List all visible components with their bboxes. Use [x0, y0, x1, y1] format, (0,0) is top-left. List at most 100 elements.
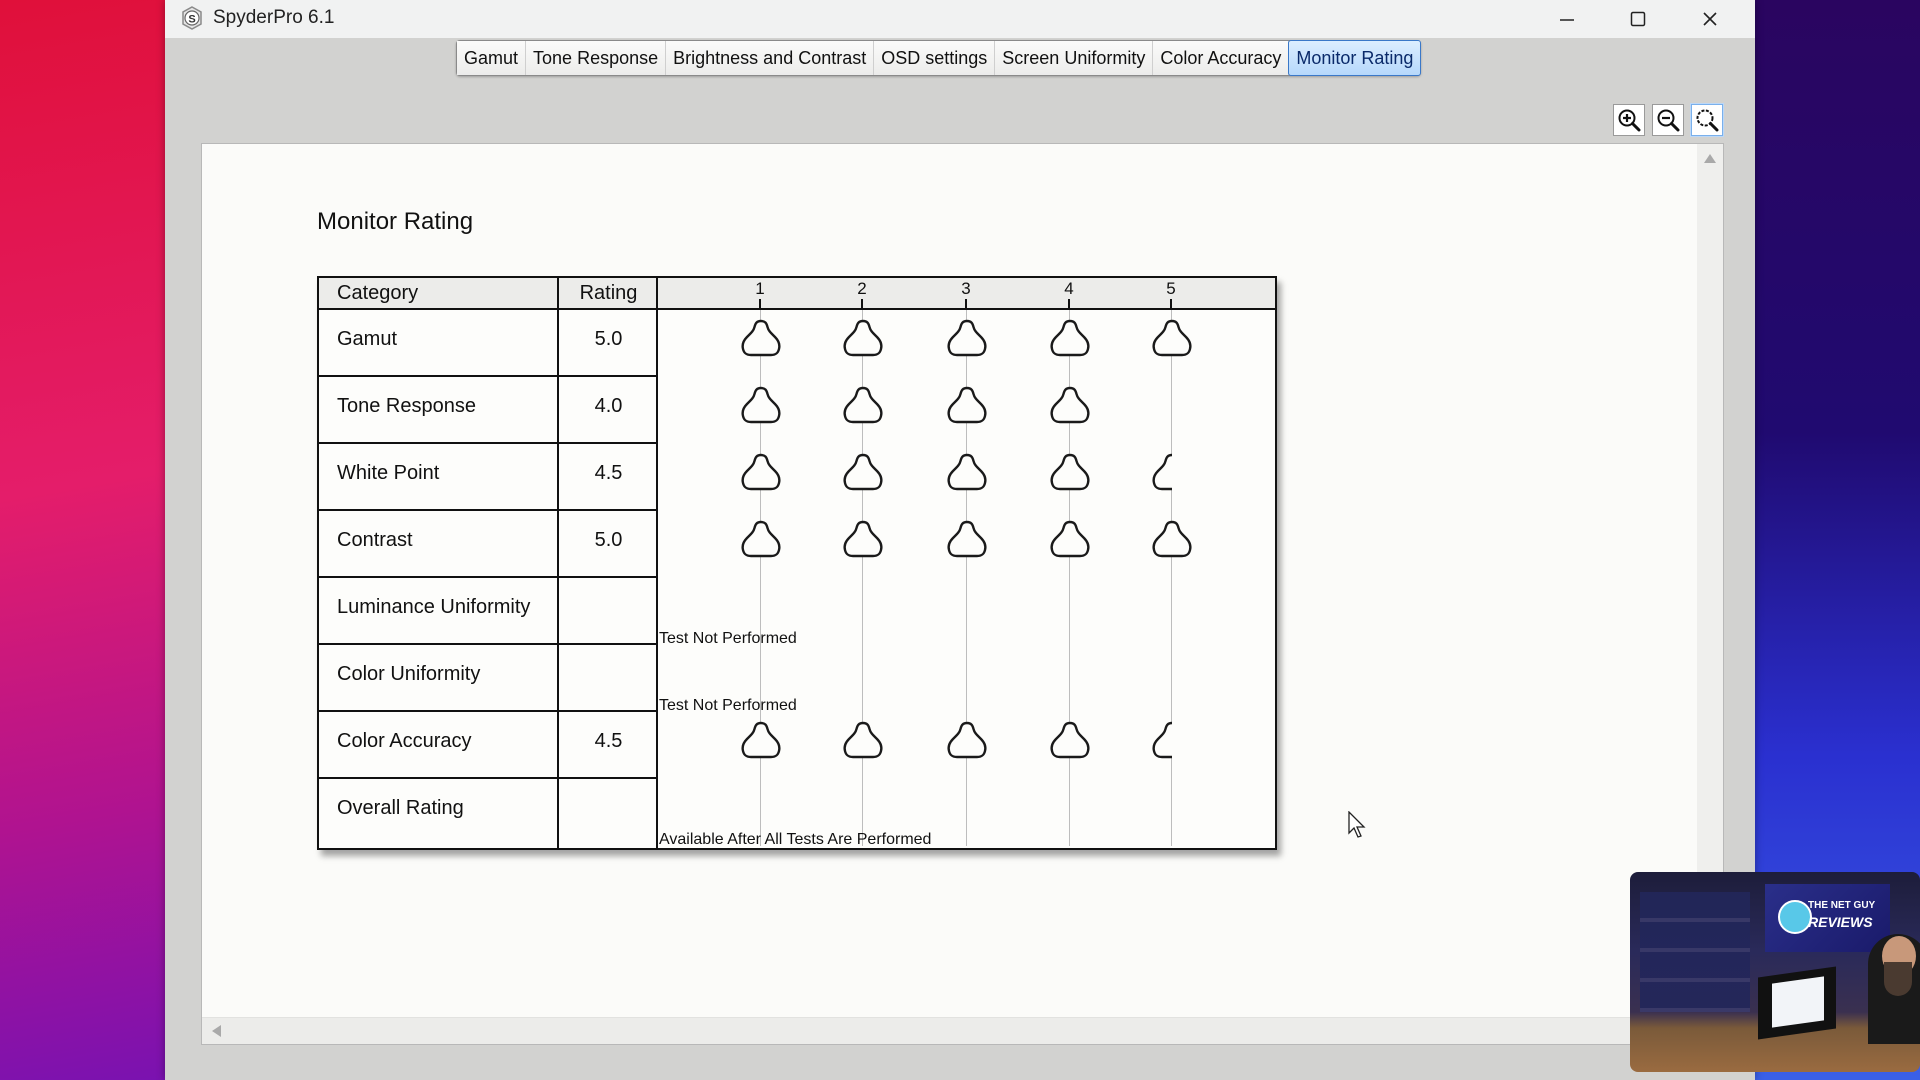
scale-tick [759, 299, 761, 308]
overall-rating-note: Available After All Tests Are Performed [659, 831, 932, 848]
spyder-rating-icon [1050, 721, 1090, 759]
table-row-overall-rating: Overall Rating [319, 777, 658, 844]
category-name: Color Uniformity [337, 663, 481, 685]
table-row-color-uniformity: Color Uniformity [319, 643, 658, 712]
table-row-color-accuracy: Color Accuracy 4.5 [319, 710, 658, 779]
report-title: Monitor Rating [317, 208, 474, 235]
window-title: SpyderPro 6.1 [213, 7, 335, 28]
rating-value: 4.5 [594, 730, 623, 752]
spyder-rating-icon [947, 520, 987, 558]
rating-value: 5.0 [594, 529, 623, 551]
horizontal-scrollbar[interactable] [202, 1017, 1723, 1044]
tab-gamut[interactable]: Gamut [457, 41, 527, 75]
tab-color-accuracy[interactable]: Color Accuracy [1153, 41, 1290, 75]
spyder-rating-icon [1050, 453, 1090, 491]
scale-label-3: 3 [961, 279, 971, 298]
table-row-contrast: Contrast 5.0 [319, 509, 658, 578]
spyder-rating-icon [843, 453, 883, 491]
category-name: Gamut [337, 328, 398, 350]
banner-line-1: THE NET GUY [1808, 900, 1876, 911]
monitor-rating-table: Category Rating 1 2 3 4 5 Gamut 5.0 Tone… [317, 276, 1277, 850]
channel-logo-icon [1778, 900, 1812, 934]
tab-bar: Gamut Tone Response Brightness and Contr… [456, 40, 1422, 76]
minimize-icon [1560, 19, 1574, 21]
spyder-rating-icon [947, 721, 987, 759]
table-row-gamut: Gamut 5.0 [319, 308, 658, 377]
spyder-rating-icon [741, 520, 781, 558]
tab-screen-uniformity[interactable]: Screen Uniformity [995, 41, 1154, 75]
desktop-wallpaper-left [0, 0, 165, 1080]
zoom-in-button[interactable] [1613, 104, 1645, 136]
rating-value: 4.5 [594, 462, 623, 484]
half-spyder-rating-icon [1152, 721, 1172, 759]
scale-tick [861, 299, 863, 308]
spyder-rating-icon [947, 453, 987, 491]
tab-tone-response[interactable]: Tone Response [526, 41, 667, 75]
tab-osd-settings[interactable]: OSD settings [874, 41, 996, 75]
mouse-cursor-icon [1348, 811, 1366, 838]
scroll-up-arrow-icon[interactable] [1704, 154, 1716, 163]
maximize-icon [1630, 11, 1646, 27]
webcam-overlay: THE NET GUY REVIEWS [1630, 872, 1920, 1072]
report-pane: Monitor Rating Category Rating 1 2 3 4 5 [201, 143, 1724, 1045]
category-name: Overall Rating [337, 797, 464, 819]
scroll-left-arrow-icon[interactable] [212, 1025, 221, 1037]
zoom-out-icon [1657, 109, 1680, 132]
half-spyder-rating-icon [1152, 453, 1172, 491]
spyder-rating-icon [843, 319, 883, 357]
spyder-rating-icon [1050, 520, 1090, 558]
spyder-app-icon: S [182, 6, 202, 30]
scale-label-2: 2 [857, 279, 867, 298]
color-uniformity-note: Test Not Performed [659, 697, 797, 714]
table-row-luminance-uniformity: Luminance Uniformity [319, 576, 658, 645]
maximize-button[interactable] [1603, 0, 1673, 38]
spyder-rating-icon [947, 319, 987, 357]
scale-label-5: 5 [1166, 279, 1176, 298]
zoom-in-icon [1618, 109, 1641, 132]
close-button[interactable] [1675, 0, 1745, 38]
zoom-out-button[interactable] [1652, 104, 1684, 136]
webcam-monitor-screen [1772, 976, 1824, 1028]
minimize-button[interactable] [1532, 0, 1602, 38]
table-row-white-point: White Point 4.5 [319, 442, 658, 511]
category-name: White Point [337, 462, 440, 484]
svg-text:S: S [188, 14, 195, 26]
category-name: Color Accuracy [337, 730, 472, 752]
tab-brightness-and-contrast[interactable]: Brightness and Contrast [666, 41, 875, 75]
banner-line-2: REVIEWS [1808, 914, 1873, 930]
scale-guide-line [1171, 310, 1172, 846]
rating-value: 5.0 [594, 328, 623, 350]
header-rating: Rating [579, 282, 638, 304]
app-window: S SpyderPro 6.1 Gamut Tone Response Brig… [165, 0, 1755, 1080]
webcam-person-beard [1884, 962, 1912, 996]
spyder-rating-icon [947, 386, 987, 424]
header-category: Category [337, 282, 419, 304]
category-name: Luminance Uniformity [337, 596, 531, 618]
category-name: Contrast [337, 529, 413, 551]
spyder-rating-icon [1152, 319, 1192, 357]
zoom-toolbar [1613, 104, 1723, 136]
spyder-rating-icon [843, 386, 883, 424]
rating-value: 4.0 [594, 395, 623, 417]
spyder-rating-icon [843, 520, 883, 558]
title-bar: S SpyderPro 6.1 [165, 0, 1755, 38]
scale-tick [965, 299, 967, 308]
spyder-rating-icon [1152, 520, 1192, 558]
close-icon [1703, 12, 1717, 26]
webcam-background-shelf [1640, 892, 1750, 1012]
scale-label-4: 4 [1064, 279, 1074, 298]
table-header: Category Rating [319, 278, 1275, 310]
table-row-tone-response: Tone Response 4.0 [319, 375, 658, 444]
spyder-rating-icon [843, 721, 883, 759]
spyder-rating-icon [1050, 386, 1090, 424]
zoom-fit-button[interactable] [1691, 104, 1723, 136]
tab-monitor-rating[interactable]: Monitor Rating [1288, 40, 1422, 76]
spyder-rating-icon [1050, 319, 1090, 357]
spyder-rating-icon [741, 386, 781, 424]
spyder-rating-icon [741, 453, 781, 491]
zoom-fit-icon [1696, 109, 1719, 132]
spyder-rating-icon [741, 721, 781, 759]
scale-tick [1068, 299, 1070, 308]
category-name: Tone Response [337, 395, 476, 417]
spyder-rating-icon [741, 319, 781, 357]
